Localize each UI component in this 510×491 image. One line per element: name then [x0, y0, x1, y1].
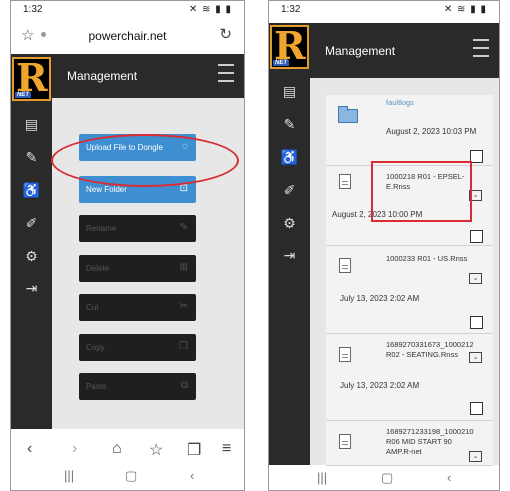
page-title: Management: [67, 69, 138, 83]
logout-icon[interactable]: ⇥: [269, 247, 310, 264]
wheelchair-icon[interactable]: ♿: [11, 182, 52, 199]
highlight-ellipse: [51, 134, 239, 187]
list-item[interactable]: 1000233 R01 - US.Rnss ⌄ July 13, 2023 2:…: [326, 246, 493, 334]
recents-icon[interactable]: |||: [64, 468, 74, 483]
folder-icon: [338, 106, 358, 123]
copy-icon: ❐: [179, 341, 188, 352]
file-date: July 13, 2023 2:02 AM: [340, 381, 420, 390]
back-icon[interactable]: ‹: [27, 440, 32, 458]
logout-icon[interactable]: ⇥: [11, 280, 52, 297]
recents-icon[interactable]: |||: [317, 470, 327, 485]
clipboard-icon[interactable]: ▤: [269, 83, 310, 100]
list-item[interactable]: 1689270331673_1000212 R02 - SEATING.Rnss…: [326, 334, 493, 421]
tools-icon[interactable]: ✐: [11, 215, 52, 232]
cut-button[interactable]: Cut ✂: [79, 294, 196, 321]
rnet-logo: R NET: [12, 55, 51, 101]
file-name[interactable]: 1689270331673_1000212 R02 - SEATING.Rnss: [386, 340, 476, 360]
file-name[interactable]: 1689271233198_1000210 R06 MID START 90 A…: [386, 427, 476, 457]
status-time: 1:32: [281, 4, 301, 15]
reload-icon[interactable]: ↻: [219, 25, 232, 43]
clipboard-icon[interactable]: ▤: [11, 116, 52, 133]
system-back-icon[interactable]: ‹: [190, 468, 194, 483]
rnet-logo: R NET: [270, 23, 309, 69]
trash-icon: ⊞: [179, 262, 188, 273]
home-icon[interactable]: ⌂: [112, 440, 122, 458]
sidebar: R NET ▤ ✎ ♿ ✐ ⚙ ⇥: [269, 23, 310, 465]
file-icon: [339, 258, 351, 273]
sidebar: R NET ▤ ✎ ♿ ✐ ⚙ ⇥: [11, 54, 52, 429]
cut-icon: ✂: [179, 301, 188, 312]
status-bar: 1:32 ✕ ≋ ▮ ▮: [269, 1, 499, 19]
select-checkbox[interactable]: [470, 230, 483, 243]
status-icons: ✕ ≋ ▮ ▮: [443, 4, 487, 15]
tools-icon[interactable]: ✐: [269, 182, 310, 199]
bookmarks-icon[interactable]: ☆: [149, 440, 163, 460]
wheelchair-icon[interactable]: ♿: [269, 149, 310, 166]
file-icon: [339, 174, 351, 189]
file-icon: [339, 347, 351, 362]
highlight-rectangle: [371, 161, 472, 222]
status-bar: 1:32 ✕ ≋ ▮ ▮: [11, 1, 244, 19]
file-name[interactable]: 1000233 R01 - US.Rnss: [386, 254, 476, 264]
paste-icon: ⧉: [180, 380, 188, 391]
pencil-icon: ✎: [179, 222, 188, 233]
forward-icon[interactable]: ›: [72, 440, 77, 458]
file-date: July 13, 2023 2:02 AM: [340, 294, 420, 303]
pencil-icon[interactable]: ✎: [11, 149, 52, 166]
download-icon[interactable]: ⌄: [469, 273, 482, 284]
settings-gear-icon[interactable]: ⚙: [269, 215, 310, 232]
system-navigation-bar: ||| ▢ ‹: [11, 464, 244, 488]
rename-button[interactable]: Rename ✎: [79, 215, 196, 242]
browser-menu-icon[interactable]: ≡: [222, 440, 231, 458]
left-phone-screen: 1:32 ✕ ≋ ▮ ▮ ☆ powerchair.net ↻ R NET ▤ ✎…: [10, 0, 245, 491]
url-text[interactable]: powerchair.net: [11, 29, 244, 43]
system-home-icon[interactable]: ▢: [381, 470, 393, 486]
system-back-icon[interactable]: ‹: [447, 470, 451, 485]
right-phone-screen: 1:32 ✕ ≋ ▮ ▮ R NET ▤ ✎ ♿ ✐ ⚙ ⇥ Management…: [268, 0, 500, 491]
tabs-icon[interactable]: ❐: [187, 440, 201, 460]
list-item[interactable]: faultlogs August 2, 2023 10:03 PM: [326, 95, 493, 166]
page-title: Management: [325, 44, 396, 58]
delete-button[interactable]: Delete ⊞: [79, 255, 196, 282]
settings-gear-icon[interactable]: ⚙: [11, 248, 52, 265]
copy-button[interactable]: Copy ❐: [79, 334, 196, 361]
list-item[interactable]: 1689271233198_1000210 R06 MID START 90 A…: [326, 421, 493, 466]
pencil-icon[interactable]: ✎: [269, 116, 310, 133]
download-icon[interactable]: ⌄: [469, 352, 482, 363]
system-home-icon[interactable]: ▢: [125, 468, 137, 484]
hamburger-menu-icon[interactable]: [218, 64, 234, 88]
download-icon[interactable]: ⌄: [469, 451, 482, 462]
status-icons: ✕ ≋ ▮ ▮: [188, 4, 232, 15]
app-header: Management: [52, 54, 244, 98]
browser-bottom-toolbar: ‹ › ⌂ ☆ ❐ ≡: [11, 437, 244, 463]
app-header: Management: [310, 23, 499, 78]
file-icon: [339, 434, 351, 449]
select-checkbox[interactable]: [470, 316, 483, 329]
status-time: 1:32: [23, 4, 43, 15]
browser-url-bar[interactable]: ☆ powerchair.net ↻: [11, 20, 244, 50]
hamburger-menu-icon[interactable]: [473, 39, 489, 63]
system-navigation-bar: ||| ▢ ‹: [269, 466, 499, 490]
file-name[interactable]: faultlogs: [386, 98, 476, 108]
paste-button[interactable]: Paste ⧉: [79, 373, 196, 400]
select-checkbox[interactable]: [470, 402, 483, 415]
file-date: August 2, 2023 10:03 PM: [386, 127, 477, 136]
